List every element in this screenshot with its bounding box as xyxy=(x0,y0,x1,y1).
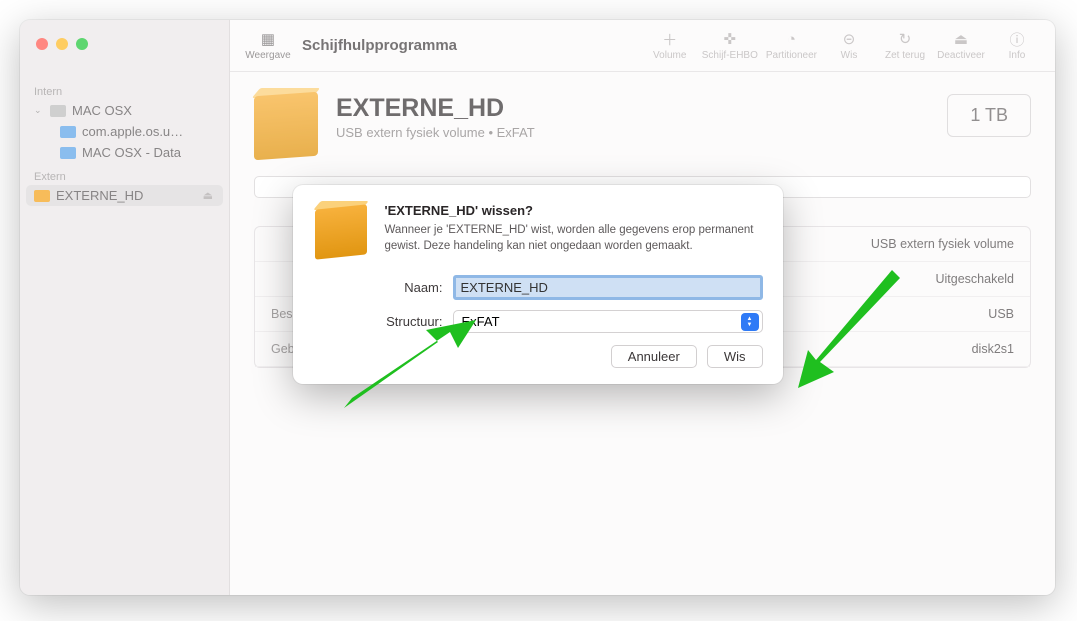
name-input[interactable] xyxy=(453,275,763,300)
format-label: Structuur: xyxy=(313,314,443,329)
external-disk-icon xyxy=(313,203,369,259)
name-label: Naam: xyxy=(313,280,443,295)
sheet-title: 'EXTERNE_HD' wissen? xyxy=(385,203,763,218)
erase-button[interactable]: Wis xyxy=(707,345,763,368)
sheet-message: Wanneer je 'EXTERNE_HD' wist, worden all… xyxy=(385,222,763,254)
cancel-button[interactable]: Annuleer xyxy=(611,345,697,368)
select-arrows-icon: ▲▼ xyxy=(741,313,759,331)
format-select-value: ExFAT xyxy=(462,314,500,329)
disk-utility-window: ▦ Weergave Schijfhulpprogramma ＋ Volume … xyxy=(20,20,1055,595)
format-select[interactable]: ExFAT ▲▼ xyxy=(453,310,763,333)
erase-sheet: 'EXTERNE_HD' wissen? Wanneer je 'EXTERNE… xyxy=(293,185,783,384)
